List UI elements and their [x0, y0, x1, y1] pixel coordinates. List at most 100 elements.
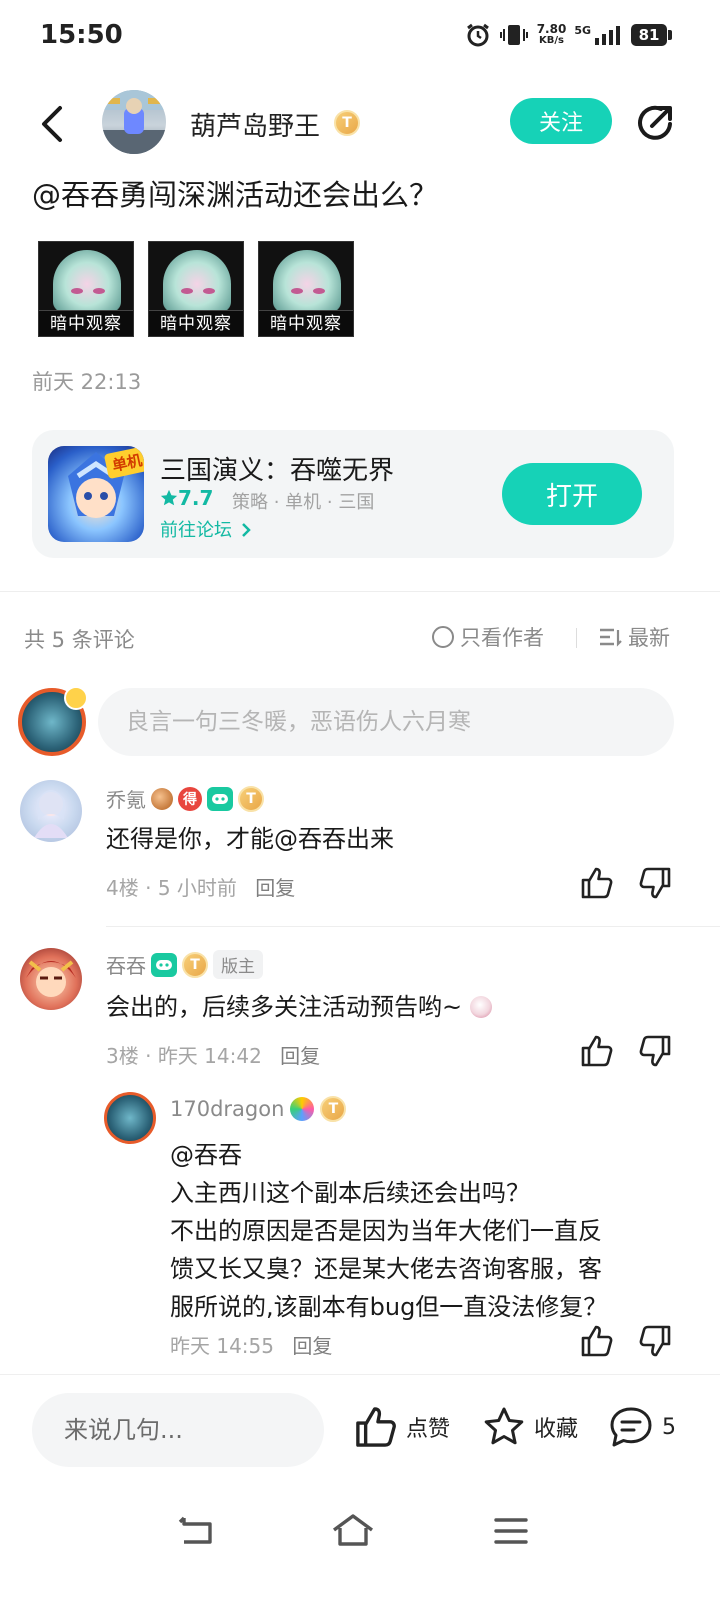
- favorite-button[interactable]: 收藏: [482, 1405, 578, 1449]
- sticker-image[interactable]: 暗中观察: [258, 241, 354, 337]
- comment-time: 5 小时前: [157, 876, 237, 900]
- game-tags: 策略 · 单机 · 三国: [232, 492, 375, 513]
- moderator-badge: 版主: [213, 950, 263, 979]
- post-header: 葫芦岛野王 T 关注: [0, 88, 720, 158]
- sort-button[interactable]: 最新: [598, 622, 670, 652]
- gamepad-icon: [207, 786, 233, 811]
- reply-button[interactable]: 回复: [280, 1044, 320, 1068]
- post-images: 暗中观察 暗中观察 暗中观察: [38, 241, 354, 337]
- radio-icon: [432, 626, 454, 648]
- thumbs-down-icon: [639, 867, 671, 899]
- thumbs-down-icon: [639, 1325, 671, 1357]
- commenter-info: 乔氪 得 T: [106, 784, 264, 813]
- sticker-image[interactable]: 暗中观察: [148, 241, 244, 337]
- game-icon[interactable]: 单机: [48, 446, 144, 542]
- open-button[interactable]: 打开: [502, 463, 642, 525]
- game-rating: 7.7: [160, 486, 213, 510]
- nav-home-button[interactable]: [330, 1508, 376, 1554]
- chevron-right-icon: [241, 523, 251, 537]
- back-button[interactable]: [32, 102, 72, 146]
- like-button[interactable]: [580, 866, 616, 902]
- dislike-button[interactable]: [638, 866, 674, 902]
- reply-avatar[interactable]: [104, 1092, 156, 1144]
- achievement-badge: 得: [178, 786, 202, 811]
- nav-back-button[interactable]: [174, 1508, 220, 1554]
- post-time: 前天 22:13: [32, 370, 142, 394]
- reply-button[interactable]: 回复: [292, 1334, 332, 1358]
- post-title: @吞吞勇闯深渊活动还会出么？: [32, 178, 439, 212]
- flower-badge-icon: [290, 1097, 315, 1121]
- dislike-button[interactable]: [638, 1034, 674, 1070]
- commenter-avatar[interactable]: [20, 948, 82, 1010]
- dislike-button[interactable]: [638, 1324, 674, 1360]
- floor-number: 3楼: [106, 1044, 139, 1068]
- bottom-action-bar: 来说几句... 点赞 收藏 5: [0, 1374, 720, 1484]
- comment-count: 共 5 条评论: [24, 628, 135, 652]
- star-icon: [160, 489, 178, 506]
- reply-button[interactable]: 回复: [255, 876, 295, 900]
- like-button[interactable]: [580, 1034, 616, 1070]
- commenter-avatar[interactable]: [20, 780, 82, 842]
- like-post-button[interactable]: 点赞: [354, 1405, 450, 1449]
- reply-user-info: 170dragon T: [170, 1096, 347, 1122]
- thumbs-up-icon: [581, 1035, 613, 1067]
- level-badge: T: [334, 110, 360, 136]
- status-bar: 15:50 7.80 KB/s 5G 81: [0, 0, 720, 76]
- level-badge: T: [182, 951, 208, 978]
- vibrate-icon: [499, 25, 528, 45]
- status-icons: 7.80 KB/s 5G 81: [465, 22, 672, 48]
- alarm-icon: [466, 23, 489, 47]
- comments-button[interactable]: 5: [608, 1405, 676, 1449]
- reply-user-name[interactable]: 170dragon: [170, 1097, 284, 1121]
- comment-meta: 4楼 · 5 小时前 回复: [106, 876, 296, 900]
- signal-icon: [595, 26, 620, 45]
- share-button[interactable]: [634, 102, 676, 144]
- game-name[interactable]: 三国演义：吞噬无界: [160, 450, 394, 487]
- my-avatar[interactable]: [18, 686, 88, 756]
- comment-bubble-icon: [610, 1407, 652, 1447]
- reply-text: @吞吞 入主西川这个副本后续还会出吗？ 不出的原因是否是因为当年大佬们一直反 馈…: [170, 1141, 608, 1321]
- only-author-toggle[interactable]: 只看作者: [432, 622, 544, 652]
- reply-input[interactable]: 来说几句...: [32, 1393, 324, 1467]
- sticker-image[interactable]: 暗中观察: [38, 241, 134, 337]
- system-nav-bar: [0, 1484, 720, 1600]
- game-card[interactable]: 单机 三国演义：吞噬无界 7.7 策略 · 单机 · 三国 前往论坛 打开: [32, 430, 674, 558]
- sticker-caption: 暗中观察: [39, 310, 133, 336]
- divider: [576, 628, 577, 648]
- reply-time: 昨天 14:55: [170, 1334, 274, 1358]
- forum-link[interactable]: 前往论坛: [160, 516, 252, 542]
- share-icon: [638, 105, 672, 140]
- comment-text: 会出的，后续多关注活动预告哟~: [106, 988, 492, 1026]
- sort-icon: [600, 628, 622, 647]
- floor-number: 4楼: [106, 876, 139, 900]
- divider: [0, 591, 720, 592]
- commenter-name[interactable]: 吞吞: [106, 950, 146, 979]
- commenter-info: 吞吞 T 版主: [106, 950, 263, 979]
- thumbs-up-icon: [581, 867, 613, 899]
- net-speed: 7.80 KB/s: [536, 22, 567, 46]
- like-button[interactable]: [580, 1324, 616, 1360]
- back-icon: [42, 106, 62, 142]
- comment-input[interactable]: 良言一句三冬暖，恶语伤人六月寒: [98, 688, 674, 756]
- sticker-caption: 暗中观察: [149, 310, 243, 336]
- horse-icon: [151, 787, 173, 810]
- divider: [106, 926, 720, 927]
- follow-button[interactable]: 关注: [510, 98, 612, 144]
- comment-meta: 3楼 · 昨天 14:42 回复: [106, 1044, 321, 1068]
- menu-icon: [494, 1518, 528, 1544]
- blush-emoji-icon: [469, 996, 492, 1018]
- author-avatar[interactable]: [102, 90, 166, 154]
- status-time: 15:50: [40, 20, 123, 50]
- thumbs-down-icon: [639, 1035, 671, 1067]
- author-name[interactable]: 葫芦岛野王: [190, 106, 320, 143]
- home-icon: [332, 1514, 374, 1546]
- battery-icon: 81: [631, 24, 672, 46]
- star-icon: [484, 1407, 524, 1445]
- gamepad-icon: [151, 952, 177, 977]
- commenter-name[interactable]: 乔氪: [106, 784, 146, 813]
- level-badge: T: [320, 1096, 347, 1122]
- reply-meta: 昨天 14:55 回复: [170, 1330, 332, 1359]
- sticker-caption: 暗中观察: [259, 310, 353, 336]
- network-type: 5G: [574, 24, 591, 37]
- nav-menu-button[interactable]: [488, 1508, 534, 1554]
